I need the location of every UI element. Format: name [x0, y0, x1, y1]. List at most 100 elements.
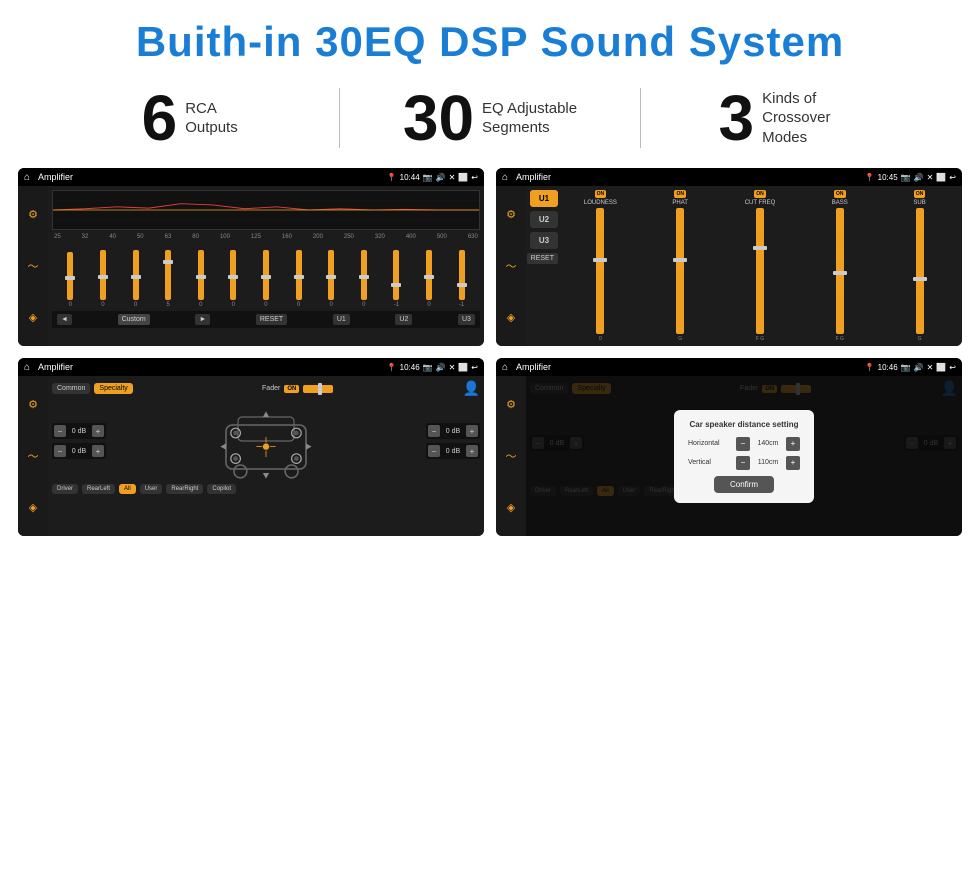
eq-slider-4: 0 — [198, 250, 204, 308]
loudness-on[interactable]: ON — [595, 190, 607, 198]
eq-icon-2[interactable]: ⚙ — [506, 208, 516, 221]
fader-rearright-btn[interactable]: RearRight — [166, 484, 203, 494]
preset-u3[interactable]: U3 — [530, 232, 558, 249]
eq-track-1[interactable] — [100, 250, 106, 300]
horizontal-plus-btn[interactable]: + — [786, 437, 800, 451]
eq-slider-5: 0 — [230, 250, 236, 308]
db-minus-br[interactable]: − — [428, 445, 440, 457]
eq-u2-btn[interactable]: U2 — [395, 314, 412, 325]
db-minus-tl[interactable]: − — [54, 425, 66, 437]
camera-icon: 📷 — [423, 173, 433, 182]
eq-icon-4[interactable]: ⚙ — [506, 398, 516, 411]
fader-rearleft-btn[interactable]: RearLeft — [82, 484, 115, 494]
eq-track-12[interactable] — [459, 250, 465, 300]
fader-tab-specialty[interactable]: Specialty — [94, 383, 132, 394]
fader-copilot-btn[interactable]: Copilot — [207, 484, 236, 494]
fader-user-btn[interactable]: User — [140, 484, 163, 494]
eq-time: 10:44 — [400, 173, 420, 182]
eq-icon-3[interactable]: ⚙ — [28, 398, 38, 411]
distance-status-icons: 📍 10:46 📷 🔊 ✕ ⬜ ↩ — [865, 363, 956, 372]
fader-tab-common[interactable]: Common — [52, 383, 90, 394]
preset-u1[interactable]: U1 — [530, 190, 558, 207]
eq-custom-btn[interactable]: Custom — [118, 314, 150, 325]
preset-u2[interactable]: U2 — [530, 211, 558, 228]
horizontal-value: 140cm — [752, 440, 784, 447]
fader-all-btn[interactable]: All — [119, 484, 136, 494]
bass-val: F G — [836, 336, 844, 342]
confirm-button[interactable]: Confirm — [714, 476, 774, 493]
eq-u3-btn[interactable]: U3 — [458, 314, 475, 325]
eq-track-8[interactable] — [328, 250, 334, 300]
crossover-reset-btn[interactable]: RESET — [527, 253, 558, 264]
db-plus-bl[interactable]: + — [92, 445, 104, 457]
speaker-icon[interactable]: ◈ — [29, 311, 37, 324]
speaker-icon-2[interactable]: ◈ — [507, 311, 515, 324]
window-icon-2: ⬜ — [936, 173, 946, 182]
fader-on-btn[interactable]: ON — [284, 385, 299, 393]
db-minus-tr[interactable]: − — [428, 425, 440, 437]
eq-track-2[interactable] — [133, 250, 139, 300]
distance-sidebar: ⚙ 〜 ◈ — [496, 376, 526, 536]
bass-on[interactable]: ON — [834, 190, 846, 198]
eq-reset-btn[interactable]: RESET — [256, 314, 287, 325]
eq-slider-8: 0 — [328, 250, 334, 308]
vertical-plus-btn[interactable]: + — [786, 456, 800, 470]
eq-track-6[interactable] — [263, 250, 269, 300]
speaker-icon-4[interactable]: ◈ — [507, 501, 515, 514]
eq-track-7[interactable] — [296, 250, 302, 300]
eq-track-0[interactable] — [67, 252, 73, 300]
vertical-minus-btn[interactable]: − — [736, 456, 750, 470]
fader-slider[interactable] — [303, 385, 333, 393]
fader-top-row: Common Specialty Fader ON 👤 — [52, 380, 480, 397]
bass-track[interactable] — [836, 208, 844, 334]
speaker-layout: − 0 dB + − 0 dB + — [52, 401, 480, 481]
db-ctrl-br: − 0 dB + — [426, 443, 480, 459]
stat-rca: 6 RCA Outputs — [40, 86, 339, 150]
db-plus-tr[interactable]: + — [466, 425, 478, 437]
db-plus-br[interactable]: + — [466, 445, 478, 457]
home-icon-2[interactable]: ⌂ — [502, 172, 508, 183]
crossover-status-bar: ⌂ Amplifier 📍 10:45 📷 🔊 ✕ ⬜ ↩ — [496, 168, 962, 186]
vertical-label: Vertical — [688, 459, 711, 466]
eq-prev-btn[interactable]: ◄ — [57, 314, 72, 325]
volume-icon-3: 🔊 — [436, 363, 446, 372]
loudness-val: 0 — [599, 336, 602, 342]
eq-screen: ⌂ Amplifier 📍 10:44 📷 🔊 ✕ ⬜ ↩ ⚙ 〜 ◈ — [18, 168, 484, 346]
eq-track-10[interactable] — [393, 250, 399, 300]
wave-icon[interactable]: 〜 — [28, 258, 39, 274]
eq-slider-1: 0 — [100, 250, 106, 308]
distance-main: Common Specialty Fader ON 👤 − — [526, 376, 962, 536]
cross-col-phat: ON PHAT G — [642, 190, 719, 342]
eq-track-4[interactable] — [198, 250, 204, 300]
horizontal-minus-btn[interactable]: − — [736, 437, 750, 451]
fader-driver-btn[interactable]: Driver — [52, 484, 78, 494]
home-icon[interactable]: ⌂ — [24, 172, 30, 183]
cutfreq-on[interactable]: ON — [754, 190, 766, 198]
loudness-track[interactable] — [596, 208, 604, 334]
eq-track-11[interactable] — [426, 250, 432, 300]
speaker-icon-3[interactable]: ◈ — [29, 501, 37, 514]
eq-track-9[interactable] — [361, 250, 367, 300]
phat-label: PHAT — [672, 200, 688, 206]
volume-icon-2: 🔊 — [914, 173, 924, 182]
eq-u1-btn[interactable]: U1 — [333, 314, 350, 325]
eq-track-3[interactable] — [165, 250, 171, 300]
sub-on[interactable]: ON — [914, 190, 926, 198]
home-icon-4[interactable]: ⌂ — [502, 362, 508, 373]
wave-icon-4[interactable]: 〜 — [506, 448, 517, 464]
cutfreq-label: CUT FREQ — [745, 200, 776, 206]
wave-icon-2[interactable]: 〜 — [506, 258, 517, 274]
sub-track[interactable] — [916, 208, 924, 334]
eq-next-btn[interactable]: ► — [195, 314, 210, 325]
phat-track[interactable] — [676, 208, 684, 334]
eq-icon[interactable]: ⚙ — [28, 208, 38, 221]
fader-time: 10:46 — [400, 363, 420, 372]
db-plus-tl[interactable]: + — [92, 425, 104, 437]
cutfreq-track[interactable] — [756, 208, 764, 334]
wave-icon-3[interactable]: 〜 — [28, 448, 39, 464]
home-icon-3[interactable]: ⌂ — [24, 362, 30, 373]
back-icon: ↩ — [471, 173, 478, 182]
eq-track-5[interactable] — [230, 250, 236, 300]
phat-on[interactable]: ON — [674, 190, 686, 198]
db-minus-bl[interactable]: − — [54, 445, 66, 457]
